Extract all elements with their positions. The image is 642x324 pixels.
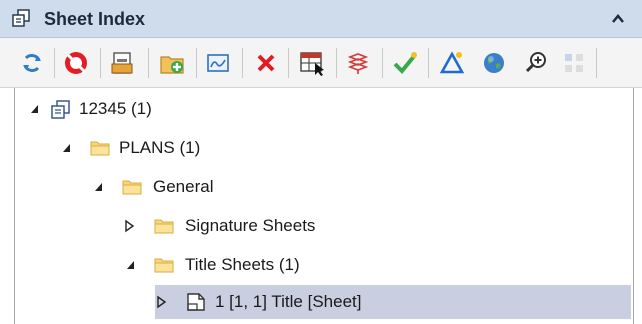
stack-icon <box>347 53 369 74</box>
toolbar-separator <box>288 48 289 78</box>
toolbar-separator <box>336 48 337 78</box>
toolbar-separator <box>428 48 429 78</box>
tree-node-signature-sheets[interactable]: Signature Sheets <box>15 210 625 242</box>
collapsed-arrow-icon[interactable] <box>155 295 167 309</box>
folder-icon <box>153 254 175 276</box>
sheet-index-icon <box>49 98 71 120</box>
toolbar-separator <box>54 48 55 78</box>
expanded-arrow-icon[interactable] <box>29 102 41 116</box>
checkmark-icon <box>393 52 417 74</box>
collapsed-arrow-icon[interactable] <box>123 219 135 233</box>
delete-icon <box>257 54 275 72</box>
toolbar-separator <box>242 48 243 78</box>
no-stop-button[interactable] <box>62 49 90 77</box>
globe-icon <box>484 53 504 73</box>
panel-title: Sheet Index <box>44 9 146 29</box>
toolbar-separator <box>148 48 149 78</box>
map-view-button[interactable] <box>204 49 232 77</box>
panel-header: Sheet Index <box>0 0 642 38</box>
expanded-arrow-icon[interactable] <box>61 141 73 155</box>
sheet-tree: 12345 (1) PLANS (1) General Signature Sh… <box>14 88 634 324</box>
triangle-button[interactable] <box>438 49 466 77</box>
sheet-set-button[interactable] <box>108 49 136 77</box>
tree-node-label: 12345 (1) <box>79 99 152 118</box>
tree-node-root[interactable]: 12345 (1) <box>15 93 625 125</box>
no-stop-icon <box>65 52 87 74</box>
refresh-icon <box>23 54 41 72</box>
add-folder-icon <box>160 56 184 74</box>
refresh-button[interactable] <box>18 49 46 77</box>
toolbar-separator <box>596 48 597 78</box>
folder-icon <box>153 215 175 237</box>
folder-icon <box>89 137 111 159</box>
toolbar-separator <box>196 48 197 78</box>
zoom-button[interactable] <box>522 49 550 77</box>
map-view-icon <box>207 54 229 72</box>
toolbar <box>0 38 642 88</box>
tree-node-plans[interactable]: PLANS (1) <box>15 132 625 164</box>
toolbar-separator <box>100 48 101 78</box>
tree-node-title-sheet-content: 1 [1, 1] Title [Sheet] <box>15 286 625 318</box>
expanded-arrow-icon[interactable] <box>93 180 105 194</box>
expanded-arrow-icon[interactable] <box>125 258 137 272</box>
sheet-icon <box>185 291 207 313</box>
stack-button[interactable] <box>344 49 372 77</box>
tree-node-label: 1 [1, 1] Title [Sheet] <box>215 292 362 311</box>
tree-node-label: Signature Sheets <box>185 216 316 235</box>
collapse-chevron-icon[interactable] <box>611 12 625 24</box>
globe-button[interactable] <box>480 49 508 77</box>
add-folder-button[interactable] <box>158 49 186 77</box>
tree-node-label: Title Sheets (1) <box>185 255 300 274</box>
triangle-icon <box>439 51 465 74</box>
sheet-set-icon <box>111 52 133 74</box>
toolbar-separator <box>382 48 383 78</box>
grid-icon <box>565 54 583 72</box>
checkmark-button[interactable] <box>392 49 420 77</box>
tree-node-general[interactable]: General <box>15 171 625 203</box>
table-select-icon <box>300 52 324 76</box>
sheet-index-icon <box>12 9 30 27</box>
folder-icon <box>121 176 143 198</box>
grid-button[interactable] <box>560 49 588 77</box>
zoom-icon <box>525 52 546 73</box>
delete-button[interactable] <box>252 49 280 77</box>
table-select-button[interactable] <box>298 49 326 77</box>
tree-node-title-sheets[interactable]: Title Sheets (1) <box>15 249 625 281</box>
tree-node-label: PLANS (1) <box>119 138 201 157</box>
tree-node-label: General <box>153 177 214 196</box>
